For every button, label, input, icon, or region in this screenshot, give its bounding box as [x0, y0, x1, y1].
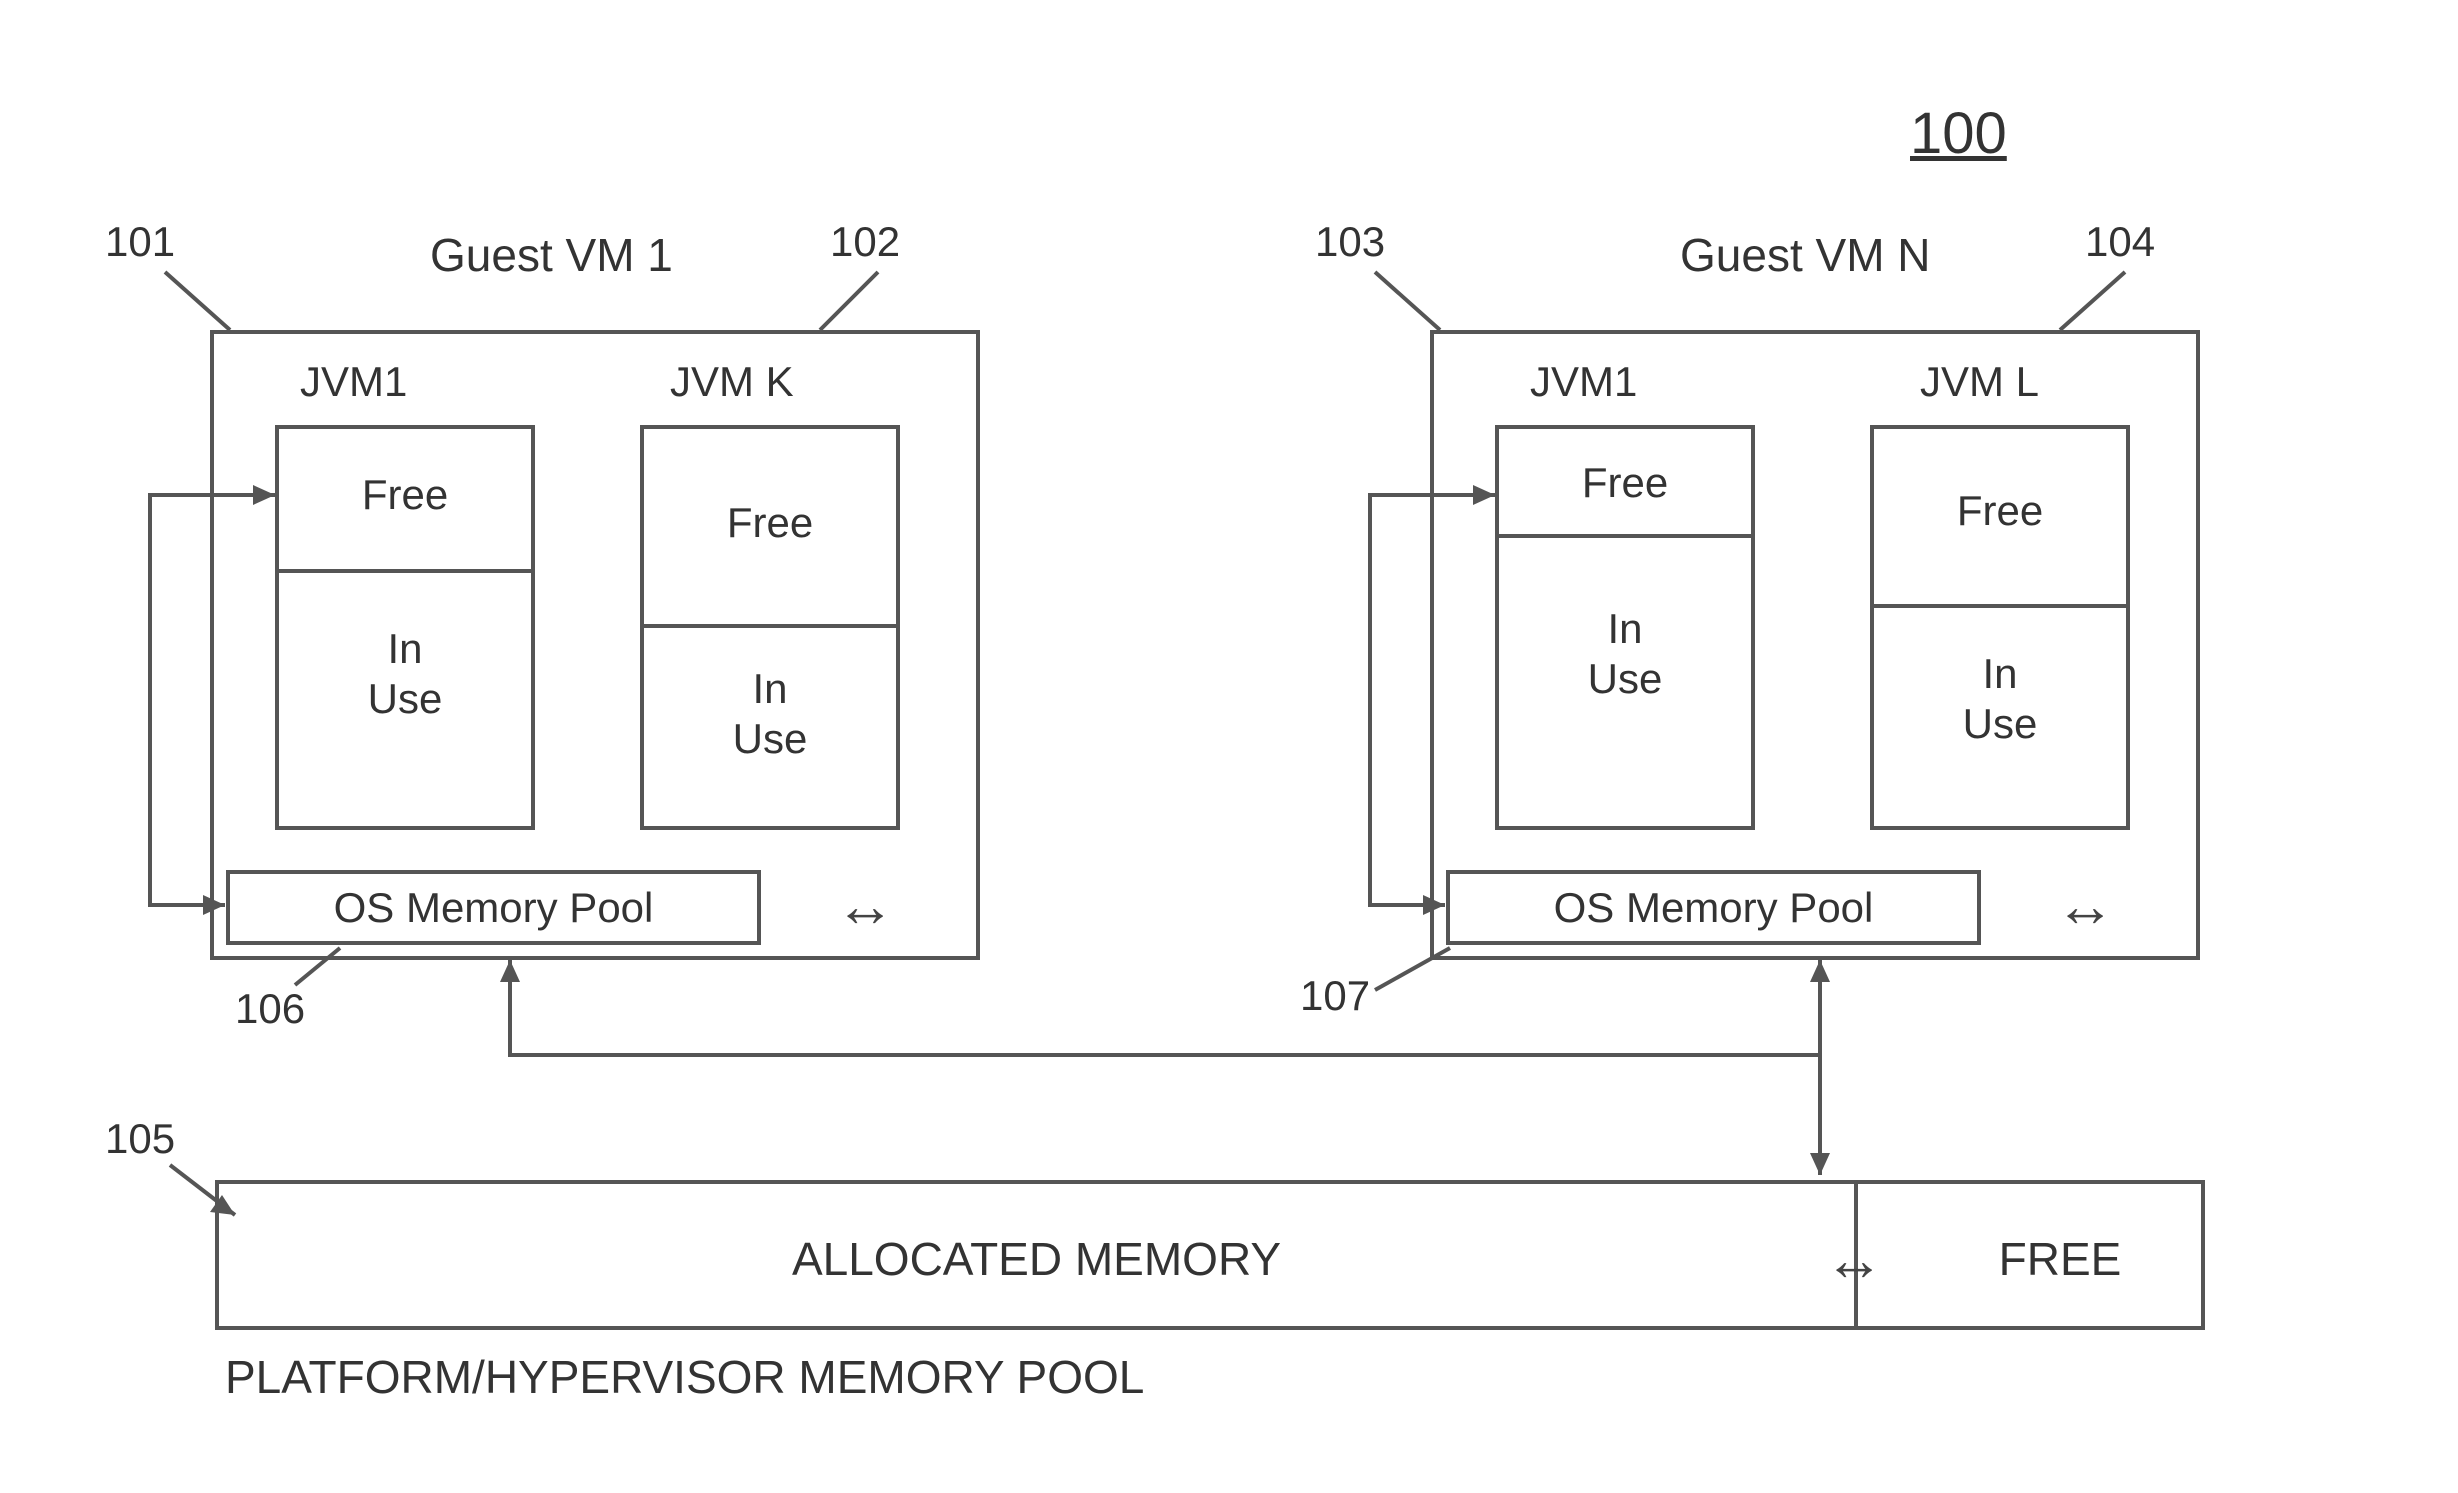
platform-memory-pool-box: ALLOCATED MEMORY FREE ↔ — [215, 1180, 2205, 1330]
allocated-memory-label: ALLOCATED MEMORY — [219, 1232, 1854, 1286]
platform-pool-caption: PLATFORM/HYPERVISOR MEMORY POOL — [225, 1350, 1144, 1404]
memory-allocation-resize-arrow: ↔ — [1779, 1224, 1929, 1294]
free-memory-label: FREE — [1919, 1232, 2201, 1286]
